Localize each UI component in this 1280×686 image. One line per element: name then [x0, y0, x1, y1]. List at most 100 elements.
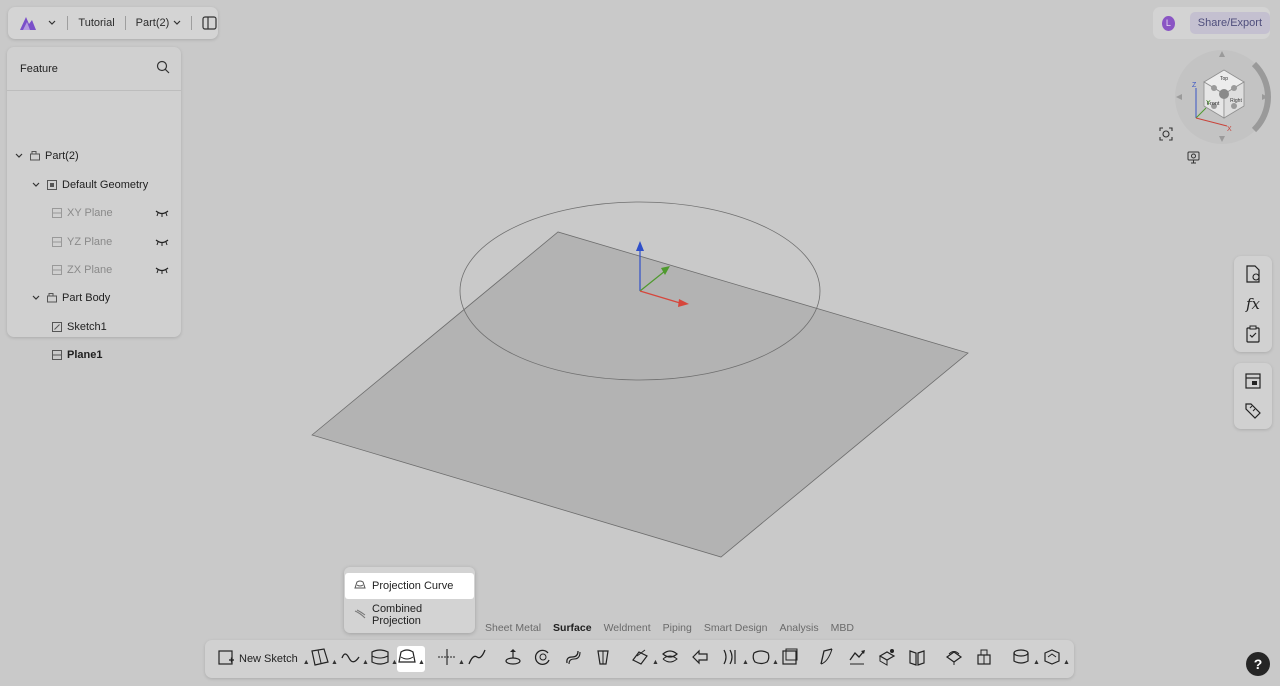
extrude-surface-icon: [504, 648, 522, 671]
tree-item-part[interactable]: Part(2): [15, 146, 79, 166]
navigation-cube[interactable]: Top Front Right Z Y X: [1172, 48, 1272, 146]
axis-x-label: X: [1227, 126, 1232, 133]
split-surface-button[interactable]: [908, 646, 926, 672]
transform-surface-icon: [1042, 648, 1062, 671]
menu-item-projection-curve[interactable]: Projection Curve: [345, 573, 474, 599]
loft-surface-button[interactable]: [594, 646, 612, 672]
bottom-toolbar: New Sketch ▲ ▲ ▲ ▲ ▲ ▲ ▲ ▲ ▲ ▲ ▲: [205, 640, 1074, 678]
cylinder-surface-button[interactable]: ▲: [1012, 646, 1040, 672]
dropdown-triangle-icon: ▲: [772, 659, 779, 666]
trim-surface-icon: [721, 648, 741, 671]
extend-surface-icon: [691, 648, 709, 671]
sweep-surface-button[interactable]: [564, 646, 582, 672]
offset-surface-button[interactable]: ▲: [631, 646, 659, 672]
curve-tool-button[interactable]: ▲: [341, 646, 369, 672]
surface-tool-button[interactable]: ▲: [370, 646, 398, 672]
panel-toggle-icon[interactable]: [202, 15, 218, 31]
replace-face-icon: [945, 648, 963, 671]
tab-surface[interactable]: Surface: [547, 622, 598, 634]
eye-closed-icon[interactable]: [155, 265, 169, 275]
function-icon[interactable]: fx: [1234, 289, 1272, 319]
dropdown-triangle-icon: ▲: [458, 659, 465, 666]
toolbar-tabs: Sheet Metal Surface Weldment Piping Smar…: [479, 619, 860, 637]
thicken-surface-button[interactable]: [661, 646, 679, 672]
chevron-down-icon[interactable]: [48, 18, 58, 28]
help-button[interactable]: ?: [1246, 652, 1270, 676]
measure-icon[interactable]: [1234, 396, 1272, 426]
tree-item-label: Part Body: [62, 292, 111, 304]
tab-smart-design[interactable]: Smart Design: [698, 622, 774, 634]
document-settings-icon[interactable]: [1234, 259, 1272, 289]
tab-weldment[interactable]: Weldment: [598, 622, 657, 634]
new-sketch-label: New Sketch: [239, 653, 298, 665]
tree-item-plane1[interactable]: Plane1: [51, 345, 102, 365]
trim-surface-button[interactable]: ▲: [721, 646, 749, 672]
extrude-surface-button[interactable]: [504, 646, 522, 672]
search-icon[interactable]: [156, 60, 170, 77]
tree-item-sketch1[interactable]: Sketch1: [51, 317, 107, 337]
offset-surface-icon: [631, 648, 651, 671]
fit-view-icon[interactable]: [1159, 127, 1173, 141]
projection-dropdown-menu: Projection Curve Combined Projection: [344, 567, 475, 633]
tree-item-part-body[interactable]: Part Body: [32, 288, 110, 308]
plane-icon: [51, 349, 63, 361]
loft-surface-icon: [594, 648, 612, 671]
eye-closed-icon[interactable]: [155, 208, 169, 218]
dropdown-triangle-icon: ▲: [331, 659, 338, 666]
new-sketch-button[interactable]: New Sketch ▲: [218, 646, 310, 672]
tree-item-xy-plane[interactable]: XY Plane: [51, 203, 171, 223]
intersection-tool-button[interactable]: ▲: [437, 646, 465, 672]
tree-item-label: Sketch1: [67, 321, 107, 333]
avatar[interactable]: L: [1162, 15, 1175, 31]
tree-item-yz-plane[interactable]: YZ Plane: [51, 232, 171, 252]
tab-piping[interactable]: Piping: [657, 622, 698, 634]
projection-tool-button[interactable]: ▲: [397, 646, 425, 672]
share-export-button[interactable]: Share/Export: [1189, 12, 1270, 34]
chevron-down-icon: [173, 17, 181, 29]
fill-surface-button[interactable]: ▲: [751, 646, 779, 672]
delete-face-button[interactable]: [878, 646, 896, 672]
spline-tool-button[interactable]: [467, 646, 487, 672]
ruled-surface-icon: [818, 647, 836, 671]
tab-sheet-metal[interactable]: Sheet Metal: [479, 622, 547, 634]
plane-tool-button[interactable]: ▲: [310, 646, 338, 672]
eye-closed-icon[interactable]: [155, 237, 169, 247]
part-icon: [29, 150, 41, 162]
thicken-surface-icon: [661, 648, 679, 671]
patch-surface-button[interactable]: [975, 646, 993, 672]
boundary-surface-button[interactable]: [781, 646, 799, 672]
tab-analysis[interactable]: Analysis: [773, 622, 824, 634]
transform-surface-button[interactable]: ▲: [1042, 646, 1070, 672]
feature-panel-header: Feature: [7, 47, 181, 91]
new-sketch-icon: [218, 649, 235, 669]
sketch-icon: [51, 321, 63, 333]
tree-item-label: Part(2): [45, 150, 79, 162]
knit-surface-icon: [848, 648, 866, 671]
part-name: Part(2): [135, 17, 170, 29]
tree-item-zx-plane[interactable]: ZX Plane: [51, 260, 171, 280]
ruled-surface-button[interactable]: [818, 646, 836, 672]
chevron-down-icon[interactable]: [32, 295, 42, 301]
table-icon[interactable]: [1234, 366, 1272, 396]
tree-item-label: Default Geometry: [62, 179, 149, 191]
chevron-down-icon[interactable]: [15, 153, 25, 159]
knit-surface-button[interactable]: [848, 646, 866, 672]
clipboard-check-icon[interactable]: [1234, 319, 1272, 349]
divider: [191, 16, 193, 30]
plane-icon: [51, 264, 63, 276]
app-logo-icon[interactable]: [18, 12, 44, 34]
3d-viewport[interactable]: [0, 0, 1280, 686]
part-dropdown[interactable]: Part(2): [136, 17, 182, 29]
share-bar: L Share/Export: [1153, 7, 1270, 39]
display-mode-icon[interactable]: [1187, 151, 1200, 164]
replace-face-button[interactable]: [945, 646, 963, 672]
intersection-curve-icon: [437, 648, 457, 671]
extend-surface-button[interactable]: [691, 646, 709, 672]
revolve-surface-button[interactable]: [534, 646, 552, 672]
cylinder-surface-icon: [1012, 648, 1032, 671]
tree-item-default-geometry[interactable]: Default Geometry: [32, 175, 148, 195]
tab-mbd[interactable]: MBD: [825, 622, 860, 634]
chevron-down-icon[interactable]: [32, 182, 42, 188]
menu-item-combined-projection[interactable]: Combined Projection: [345, 602, 474, 628]
project-name[interactable]: Tutorial: [78, 17, 114, 29]
